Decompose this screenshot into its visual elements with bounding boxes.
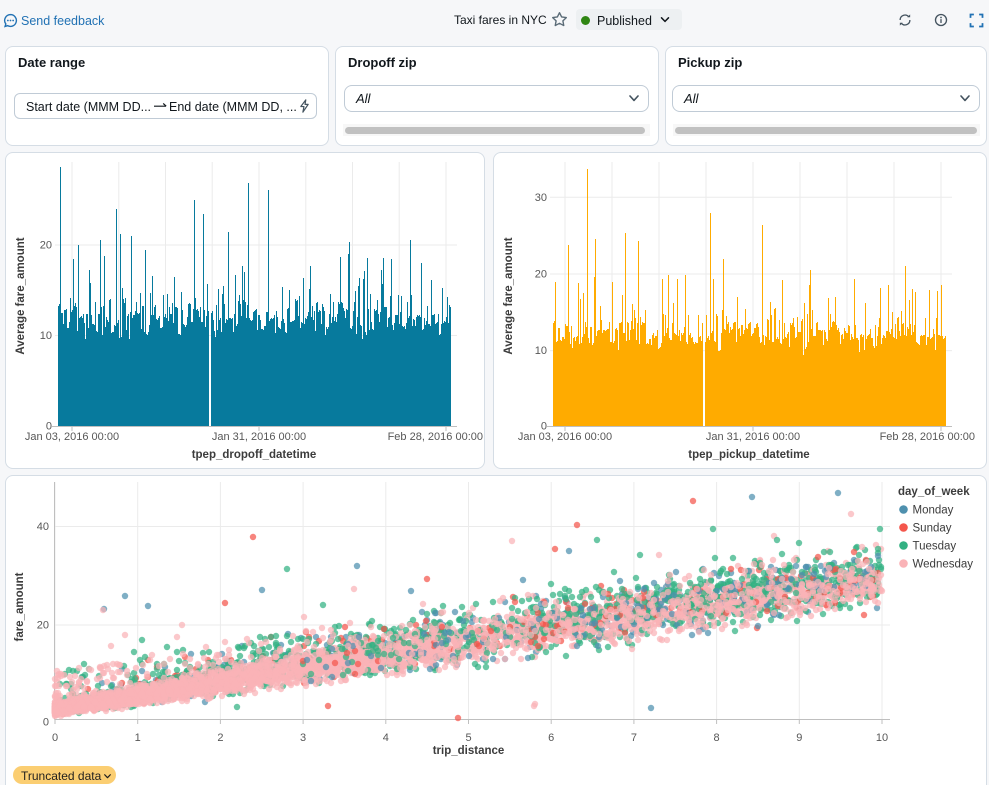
svg-text:Jan 03, 2016 00:00: Jan 03, 2016 00:00 xyxy=(518,431,612,443)
svg-text:20: 20 xyxy=(535,269,547,281)
svg-text:10: 10 xyxy=(535,345,547,357)
svg-text:tpep_dropoff_datetime: tpep_dropoff_datetime xyxy=(192,449,317,461)
svg-text:10: 10 xyxy=(40,330,52,342)
svg-text:Average fare_amount: Average fare_amount xyxy=(503,237,515,354)
svg-text:Jan 31, 2016 00:00: Jan 31, 2016 00:00 xyxy=(706,431,800,443)
svg-text:Average fare_amount: Average fare_amount xyxy=(15,237,27,354)
svg-text:tpep_pickup_datetime: tpep_pickup_datetime xyxy=(688,449,809,461)
svg-text:Jan 31, 2016 00:00: Jan 31, 2016 00:00 xyxy=(212,431,306,443)
svg-text:30: 30 xyxy=(535,192,547,204)
svg-text:Feb 28, 2016 00:00: Feb 28, 2016 00:00 xyxy=(880,431,975,443)
svg-text:Jan 03, 2016 00:00: Jan 03, 2016 00:00 xyxy=(25,431,119,443)
svg-text:20: 20 xyxy=(40,240,52,252)
svg-text:Feb 28, 2016 00:00: Feb 28, 2016 00:00 xyxy=(388,431,483,443)
